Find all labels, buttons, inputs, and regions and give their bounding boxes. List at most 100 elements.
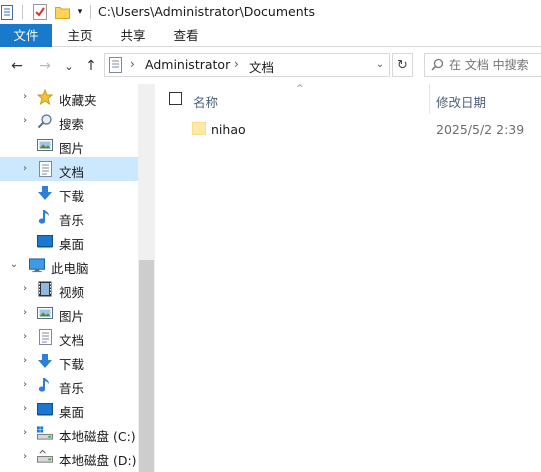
sidebar-item-label: 收藏夹 bbox=[59, 93, 97, 108]
sidebar-item-music-pc[interactable]: › 音乐 bbox=[0, 373, 138, 397]
sidebar-item-downloads[interactable]: 下载 bbox=[0, 181, 138, 205]
file-name[interactable]: nihao bbox=[211, 122, 246, 137]
sidebar-item-label: 此电脑 bbox=[51, 261, 89, 276]
window-title-path: C:\Users\Administrator\Documents bbox=[98, 4, 316, 19]
sidebar-item-label: 文档 bbox=[59, 333, 85, 348]
sidebar-item-label: 本地磁盘 (D:) bbox=[59, 453, 137, 468]
navigation-bar: ← → ⌄ ↑ › Administrator › 文档 ⌄ ↻ bbox=[0, 48, 541, 84]
forward-icon[interactable]: → bbox=[36, 57, 54, 75]
sidebar-item-label: 桌面 bbox=[59, 405, 85, 420]
address-bar[interactable]: › Administrator › 文档 ⌄ bbox=[104, 53, 390, 77]
column-header-name[interactable]: 名称 bbox=[193, 92, 218, 111]
sidebar-item-label: 下载 bbox=[59, 357, 85, 372]
sidebar-item-favorites[interactable]: › 收藏夹 bbox=[0, 85, 138, 109]
expand-chevron-icon[interactable]: › bbox=[19, 426, 31, 440]
sidebar-item-search[interactable]: › 搜索 bbox=[0, 109, 138, 133]
sidebar-item-pictures[interactable]: 图片 bbox=[0, 133, 138, 157]
desktop-icon bbox=[37, 401, 53, 417]
up-icon[interactable]: ↑ bbox=[82, 57, 100, 75]
pictures-icon bbox=[37, 137, 53, 153]
sort-ascending-icon: ^ bbox=[296, 84, 304, 94]
expand-chevron-icon[interactable]: › bbox=[19, 330, 31, 344]
tab-share[interactable]: 共享 bbox=[113, 24, 153, 47]
sidebar-item-desktop-pc[interactable]: › 桌面 bbox=[0, 397, 138, 421]
expand-chevron-icon[interactable]: › bbox=[19, 114, 31, 128]
quick-access-separator bbox=[22, 5, 23, 19]
expand-chevron-icon[interactable]: › bbox=[19, 402, 31, 416]
expand-chevron-icon[interactable]: › bbox=[19, 162, 31, 176]
select-all-checkbox[interactable] bbox=[169, 92, 182, 105]
breadcrumb-chevron-icon[interactable]: › bbox=[130, 57, 135, 71]
video-icon bbox=[37, 281, 53, 297]
pictures-icon bbox=[37, 305, 53, 321]
scrollbar-thumb[interactable] bbox=[139, 260, 154, 472]
sidebar-item-desktop[interactable]: 桌面 bbox=[0, 229, 138, 253]
documents-icon bbox=[37, 161, 53, 177]
sidebar-item-music[interactable]: 音乐 bbox=[0, 205, 138, 229]
sidebar-item-label: 视频 bbox=[59, 285, 85, 300]
recent-locations-icon[interactable]: ⌄ bbox=[60, 57, 78, 75]
ribbon-tabs: 文件 主页 共享 查看 bbox=[0, 24, 541, 47]
breadcrumb-administrator[interactable]: Administrator bbox=[145, 57, 230, 72]
expand-chevron-icon[interactable]: › bbox=[19, 378, 31, 392]
checkmark-icon[interactable] bbox=[32, 3, 48, 21]
navigation-pane: › 收藏夹 › 搜索 图片 › 文档 下载 音乐 桌面 ⌄ 此电脑 › 视频 ›… bbox=[0, 84, 138, 472]
address-dropdown-icon[interactable]: ⌄ bbox=[373, 57, 387, 73]
sidebar-item-documents[interactable]: › 文档 bbox=[0, 157, 138, 181]
collapse-chevron-icon[interactable]: ⌄ bbox=[8, 258, 20, 272]
search-icon bbox=[37, 113, 53, 129]
sidebar-item-videos[interactable]: › 视频 bbox=[0, 277, 138, 301]
search-input[interactable] bbox=[425, 54, 541, 76]
tab-home[interactable]: 主页 bbox=[60, 24, 100, 47]
music-icon bbox=[37, 209, 53, 225]
desktop-icon bbox=[37, 233, 53, 249]
expand-chevron-icon[interactable]: › bbox=[19, 354, 31, 368]
address-location-icon bbox=[109, 57, 122, 76]
sidebar-item-this-pc[interactable]: ⌄ 此电脑 bbox=[0, 253, 138, 277]
column-header-date-modified[interactable]: 修改日期 bbox=[436, 92, 486, 111]
sidebar-item-label: 音乐 bbox=[59, 381, 85, 396]
breadcrumb-documents[interactable]: 文档 bbox=[249, 57, 274, 76]
sidebar-item-label: 文档 bbox=[59, 165, 85, 180]
column-divider[interactable] bbox=[429, 84, 430, 114]
sidebar-item-documents-pc[interactable]: › 文档 bbox=[0, 325, 138, 349]
back-icon[interactable]: ← bbox=[8, 57, 26, 75]
star-icon bbox=[37, 89, 53, 105]
sidebar-item-label: 桌面 bbox=[59, 237, 85, 252]
folder-icon bbox=[191, 121, 207, 138]
refresh-icon: ↻ bbox=[397, 57, 408, 73]
expand-chevron-icon[interactable]: › bbox=[19, 306, 31, 320]
sidebar-item-label: 搜索 bbox=[59, 117, 85, 132]
tab-view[interactable]: 查看 bbox=[166, 24, 206, 47]
breadcrumb-chevron-icon[interactable]: › bbox=[234, 57, 239, 71]
tab-file[interactable]: 文件 bbox=[0, 24, 52, 47]
new-folder-icon[interactable] bbox=[54, 3, 70, 21]
customize-dropdown-icon[interactable]: ▾ bbox=[74, 3, 86, 21]
sidebar-item-label: 图片 bbox=[59, 309, 85, 324]
sidebar-item-label: 下载 bbox=[59, 189, 85, 204]
expand-chevron-icon[interactable]: › bbox=[19, 90, 31, 104]
navigation-pane-scrollbar[interactable] bbox=[138, 84, 155, 472]
file-list: ^ 名称 修改日期 nihao 2025/5/2 2:39 bbox=[155, 84, 541, 472]
title-separator bbox=[90, 5, 91, 19]
music-icon bbox=[37, 377, 53, 393]
download-icon bbox=[37, 353, 53, 369]
title-bar: ▾ C:\Users\Administrator\Documents bbox=[0, 0, 541, 24]
system-drive-icon bbox=[37, 425, 53, 441]
drive-icon bbox=[37, 449, 53, 465]
search-box[interactable] bbox=[424, 53, 541, 77]
column-header-row: ^ 名称 修改日期 bbox=[155, 84, 541, 114]
expand-chevron-icon[interactable]: › bbox=[19, 282, 31, 296]
documents-icon bbox=[37, 329, 53, 345]
file-row[interactable]: nihao 2025/5/2 2:39 bbox=[155, 116, 541, 142]
properties-icon[interactable] bbox=[0, 3, 14, 21]
sidebar-item-label: 音乐 bbox=[59, 213, 85, 228]
sidebar-item-drive-d[interactable]: › 本地磁盘 (D:) bbox=[0, 445, 138, 469]
sidebar-item-drive-c[interactable]: › 本地磁盘 (C:) bbox=[0, 421, 138, 445]
sidebar-item-downloads-pc[interactable]: › 下载 bbox=[0, 349, 138, 373]
sidebar-item-label: 图片 bbox=[59, 141, 85, 156]
sidebar-item-pictures-pc[interactable]: › 图片 bbox=[0, 301, 138, 325]
sidebar-item-label: 本地磁盘 (C:) bbox=[59, 429, 136, 444]
refresh-button[interactable]: ↻ bbox=[392, 53, 413, 77]
expand-chevron-icon[interactable]: › bbox=[19, 450, 31, 464]
